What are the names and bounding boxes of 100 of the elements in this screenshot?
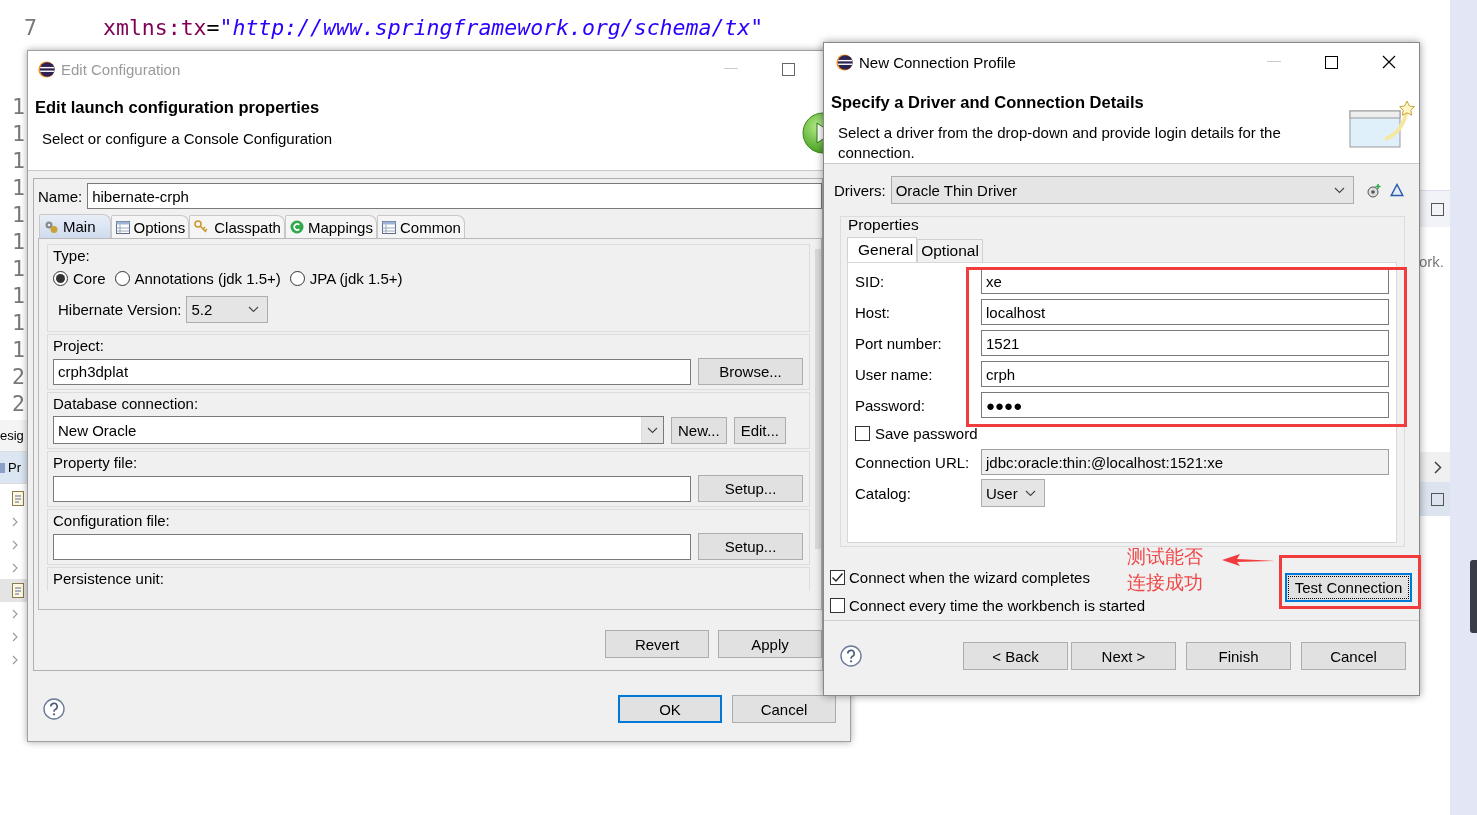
triangle-icon[interactable] [1389,183,1404,197]
chevron-right-icon[interactable] [1434,460,1442,474]
help-icon[interactable] [43,698,65,720]
window-title: Edit Configuration [61,60,181,78]
field-label: Hibernate Version: [58,301,182,318]
panel-text: ork. [1419,253,1445,270]
package-icon [0,460,6,475]
group-label: Persistence unit: [53,570,165,587]
radio-button[interactable] [53,271,68,286]
button[interactable]: Edit... [733,416,786,444]
input-field[interactable]: localhost [981,299,1389,325]
field-label: Password: [855,396,927,414]
group-label: Project: [53,337,105,354]
connection-dropdown[interactable]: New Oracle [53,416,664,444]
annotation-text: 测试能否 [1127,545,1203,568]
button[interactable]: Revert [605,630,709,658]
driver-dropdown[interactable]: Oracle Thin Driver [890,176,1354,204]
tab[interactable]: Main [39,214,111,238]
file-icon[interactable] [12,491,25,506]
tab[interactable]: Mappings [284,215,377,238]
button[interactable]: < Back [963,642,1068,670]
input-field[interactable]: ●●●● [981,392,1389,418]
radio-label[interactable]: JPA (jdk 1.5+) [309,270,403,287]
scroll-handle[interactable] [1470,560,1477,633]
file-icon[interactable] [12,583,25,598]
chevron-down-icon[interactable] [646,426,658,434]
logo-icon [836,53,853,71]
line-number: 1 [12,229,25,256]
field-label: SID: [855,272,886,290]
chevron-down-icon[interactable] [1333,186,1345,194]
circle-icon [289,220,304,234]
line-number: 1 [12,337,25,364]
input-field[interactable] [53,533,691,560]
version-dropdown[interactable]: 5.2 [186,296,269,323]
maximize-icon[interactable] [1325,55,1338,69]
group-label: Type: [53,247,91,264]
field-label: Catalog: [855,484,912,502]
annotation-text: 连接成功 [1127,571,1203,594]
view-tab[interactable]: esig [0,420,27,452]
catalog-dropdown[interactable]: User [981,479,1045,507]
button[interactable]: Browse... [698,358,803,385]
line-number: 1 [12,283,25,310]
maximize-icon[interactable] [1431,202,1444,216]
checkbox[interactable] [830,570,845,585]
button[interactable]: Cancel [1301,642,1406,670]
input-field[interactable]: 1521 [981,330,1389,356]
key-icon [194,220,211,234]
input-field[interactable]: crph [981,361,1389,387]
url-field[interactable]: jdbc:oracle:thin:@localhost:1521:xe [981,449,1389,475]
field-label: Connection URL: [855,453,971,471]
input-field[interactable] [53,475,691,502]
checkbox-label[interactable]: Connect when the wizard completes [849,569,1090,586]
input-field[interactable]: crph3dplat [53,358,691,385]
checkbox-label[interactable]: Save password [875,425,978,442]
dialog-heading: Edit launch configuration properties [35,98,321,117]
table-icon [115,220,130,234]
gear-plus-icon[interactable] [1366,182,1382,198]
close-icon[interactable] [1382,55,1396,69]
checkbox-label[interactable]: Connect every time the workbench is started [849,597,1145,614]
view-tab[interactable]: Pr [0,452,27,484]
button[interactable]: Next > [1071,642,1176,670]
radio-button[interactable] [289,271,305,286]
line-number: 1 [12,175,25,202]
name-field[interactable]: hibernate-crph [87,183,822,209]
tab[interactable]: Common [376,215,465,238]
chevron-down-icon[interactable] [248,306,260,313]
table-icon [381,220,396,234]
line-number: 2 [12,364,25,391]
radio-label[interactable]: Annotations (jdk 1.5+) [134,270,281,287]
button[interactable]: New... [670,416,727,444]
logo-icon [38,60,55,78]
tab[interactable]: Options [110,215,190,238]
button[interactable]: Apply [718,630,822,658]
tab[interactable]: Classpath [189,215,285,238]
group-label: Configuration file: [53,512,171,529]
field-label: User name: [855,365,934,383]
line-number: 7 [23,15,37,40]
tab[interactable]: General [847,237,918,262]
gears-icon [44,219,59,234]
dialog-heading: Specify a Driver and Connection Details [831,93,1145,112]
button[interactable]: Setup... [698,475,803,502]
line-number: 1 [12,94,25,121]
button[interactable]: Finish [1186,642,1291,670]
radio-label[interactable]: Core [73,270,106,287]
button[interactable]: OK [618,695,722,723]
dialog-description: Select or configure a Console Configuration [41,130,334,147]
checkbox[interactable] [855,426,870,441]
field-label: Port number: [855,334,943,352]
line-number: 1 [12,148,25,175]
test-connection-button[interactable]: Test Connection [1285,573,1412,602]
radio-button[interactable] [114,271,130,286]
tab[interactable]: Optional [917,239,983,262]
field-label: Name: [38,187,83,205]
group-label: Database connection: [53,395,200,412]
chevron-down-icon[interactable] [1025,489,1036,497]
button[interactable]: Setup... [698,533,803,560]
help-icon[interactable] [840,645,862,667]
checkbox[interactable] [830,598,845,613]
button[interactable]: Cancel [732,695,836,723]
input-field[interactable]: xe [981,268,1389,294]
